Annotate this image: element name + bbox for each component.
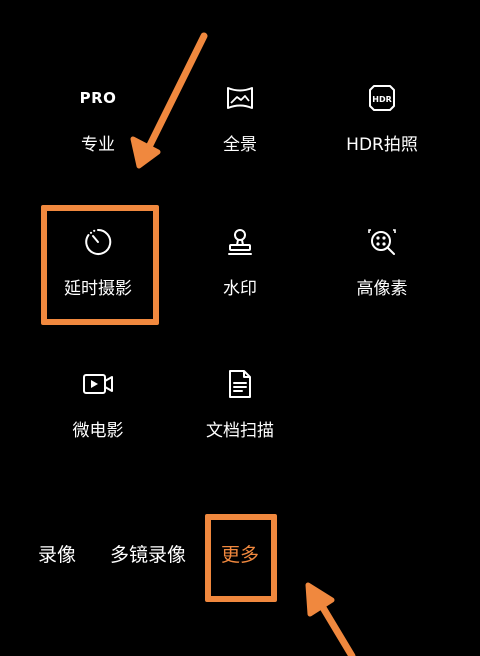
document-icon [222,366,258,402]
stamp-icon [222,224,258,260]
mode-high-res[interactable]: 高像素 [327,224,437,314]
mode-panorama[interactable]: 全景 [185,80,295,170]
mode-pro[interactable]: PRO 专业 [43,80,153,170]
tab-multi-lens[interactable]: 多镜录像 [110,540,186,567]
panorama-icon [222,80,258,116]
mode-label-doc-scan: 文档扫描 [206,421,274,441]
mode-label-pro: 专业 [81,135,115,155]
mode-doc-scan[interactable]: 文档扫描 [185,366,295,456]
pro-icon: PRO [79,89,117,107]
video-camera-icon [80,366,116,402]
arrow-up-left [305,582,356,656]
mode-label-micro-movie: 微电影 [72,421,124,441]
highlight-box-timelapse [41,205,159,325]
mode-label-high-res: 高像素 [356,279,408,299]
mode-micro-movie[interactable]: 微电影 [43,366,153,456]
high-res-icon [364,224,400,260]
hdr-icon-text: HDR [372,95,392,104]
mode-label-watermark: 水印 [223,279,257,299]
mode-watermark[interactable]: 水印 [185,224,295,314]
mode-label-hdr: HDR拍照 [346,135,418,155]
hdr-icon: HDR [364,80,400,116]
mode-label-panorama: 全景 [223,135,257,155]
highlight-box-more [205,514,277,602]
tab-record[interactable]: 录像 [38,540,76,567]
mode-hdr[interactable]: HDR HDR拍照 [327,80,437,170]
